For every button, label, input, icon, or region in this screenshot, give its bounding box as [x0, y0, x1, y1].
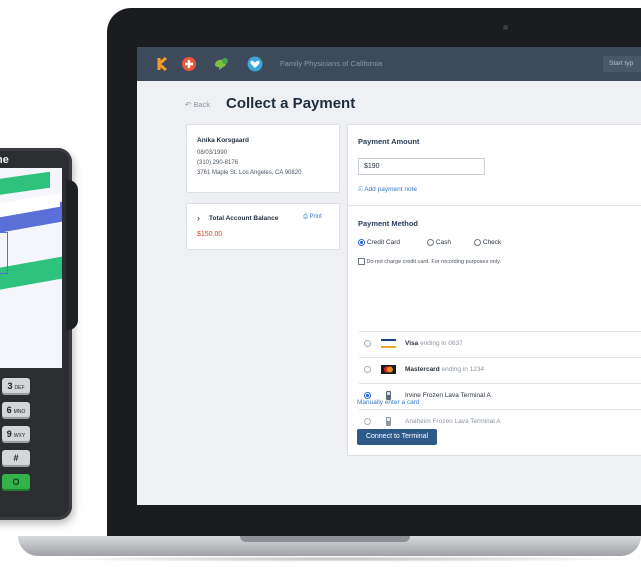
patient-card: Anika Korsgaard 08/03/1990 (310) 290-817… [186, 124, 340, 193]
terminal-screen [0, 168, 62, 368]
mastercard-radio[interactable] [364, 366, 371, 373]
logo-icon[interactable] [155, 56, 171, 72]
mastercard-icon [381, 365, 396, 374]
key-hash[interactable]: # [2, 450, 30, 467]
connect-terminal-button[interactable]: Connect to Terminal [357, 429, 437, 445]
back-arrow-icon: ↶ [185, 100, 192, 109]
medical-cross-icon[interactable] [181, 56, 197, 72]
balance-amount: $150.00 [197, 231, 223, 238]
visa-radio[interactable] [364, 340, 371, 347]
card-option-mastercard[interactable]: Mastercard ending in 1234 [359, 357, 641, 382]
check-radio[interactable] [474, 239, 481, 246]
chevron-right-icon[interactable]: › [197, 213, 200, 223]
payment-amount-input[interactable]: $190 [358, 158, 485, 175]
payment-method-label: Payment Method [358, 219, 419, 228]
note-icon: 🗉 [358, 186, 363, 193]
add-note-link[interactable]: 🗉 Add payment note [358, 185, 417, 196]
patient-name: Anika Korsgaard [197, 137, 250, 144]
no-charge-option[interactable]: Do not charge credit card. For recording… [358, 258, 501, 265]
divider [348, 205, 641, 206]
visa-icon [381, 339, 396, 348]
balance-label: Total Account Balance [209, 215, 279, 222]
irvine-terminal-radio[interactable] [364, 392, 371, 399]
method-cash[interactable]: Cash [427, 239, 451, 246]
patient-phone: (310) 290-8176 [197, 160, 239, 166]
print-button[interactable]: ⎙ Print [303, 214, 322, 221]
balance-card[interactable]: › Total Account Balance ⎙ Print $150.00 [186, 203, 340, 250]
anaheim-terminal-radio[interactable] [364, 418, 371, 425]
card-option-visa[interactable]: Visa ending in 0637 [359, 331, 641, 356]
terminal-side-grip [66, 180, 78, 330]
cash-radio[interactable] [427, 239, 434, 246]
laptop-camera [503, 25, 508, 30]
laptop-base-notch [240, 536, 410, 542]
method-check[interactable]: Check [474, 239, 501, 246]
search-input[interactable]: Start typ [603, 56, 641, 72]
heart-icon[interactable] [247, 56, 263, 72]
manual-entry-link[interactable]: Manually enter a card [357, 399, 420, 406]
key-9[interactable]: 9 WXY [2, 426, 30, 443]
terminal-brand-label: ne [0, 154, 9, 166]
key-3[interactable]: 3 DEF [2, 378, 30, 395]
back-link[interactable]: ↶ Back [185, 100, 210, 109]
organization-name: Family Physicians of California [280, 59, 383, 68]
chat-icon[interactable] [213, 56, 229, 72]
laptop-shadow [40, 556, 640, 562]
no-charge-checkbox[interactable] [358, 258, 365, 265]
patient-address: 3761 Maple St. Los Angeles, CA 90820 [197, 170, 302, 176]
app-topbar: Family Physicians of California Start ty… [137, 47, 641, 81]
method-credit-card[interactable]: Credit Card [358, 239, 400, 246]
patient-dob: 08/03/1990 [197, 150, 228, 156]
app-screen: Family Physicians of California Start ty… [137, 47, 641, 505]
payment-panel: Payment Amount $190 🗉 Add payment note P… [347, 124, 641, 456]
card-terminal-icon [386, 417, 391, 426]
payment-amount-label: Payment Amount [358, 137, 420, 146]
key-6[interactable]: 6 MNO [2, 402, 30, 419]
printer-icon: ⎙ [303, 214, 308, 220]
credit-card-radio[interactable] [358, 239, 365, 246]
key-enter[interactable]: O [2, 474, 30, 491]
page-title: Collect a Payment [226, 95, 356, 112]
